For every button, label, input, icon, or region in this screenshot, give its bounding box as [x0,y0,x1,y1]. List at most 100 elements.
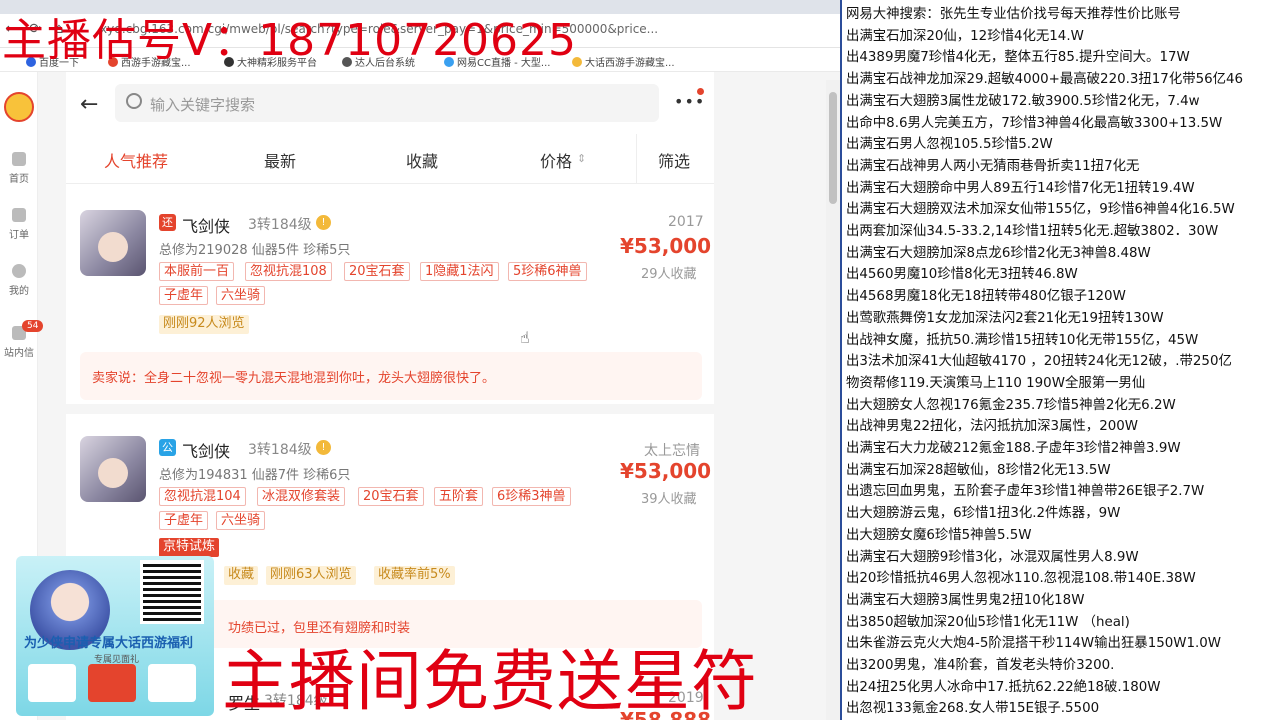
home-icon [12,152,26,166]
browse-chip: 刚刚63人浏览 [266,566,356,585]
panel-text-line: 出满宝石大翅膀9珍惜3化，冰混双属性男人8.9W [846,549,1139,565]
panel-text-line: 出命中8.6男人完美五方，7珍惜3神兽4化最高敏3300+13.5W [846,115,1223,131]
fav-count: 39人收藏 [641,492,697,507]
attr-chip: 本服前一百 [159,262,235,281]
panel-text-line: 出4389男魔7珍惜4化无，整体五行85.提升空间大。17W [846,50,1190,66]
panel-text-line: 出3850超敏加深20仙5珍惜1化无11W （heal) [846,614,1130,630]
panel-text-line: 出满宝石大翅膀3属性龙破172.敏3900.5珍惜2化无，7.4w [846,93,1200,109]
panel-text-line: 出满宝石战神龙加深29.超敏4000+最高破220.3扭17化带56亿46 [846,72,1244,88]
panel-text-line: 出满宝石大翅膀3属性男鬼2扭10化18W [846,592,1085,608]
panel-text-line: 出大翅膀游云鬼，6珍惜1扭3化.2件炼器，9W [846,506,1121,522]
divider [636,134,637,184]
panel-text-line: 出24扭25化男人冰命中17.抵抗62.22絶18破.180W [846,679,1161,695]
server-tag: 还 [159,214,176,231]
panel-text-line: 出满宝石战神男人两小无猜雨巷骨折卖11扭7化无 [846,158,1140,174]
gift-item [88,664,136,702]
stream-overlay-contact: 主播估号V：18710720625 [2,15,578,66]
panel-text-line: 出忽视133氪金268.女人带15E银子.5500 [846,701,1100,717]
role-level: 3转184级 [248,217,312,233]
price: ¥53,000 [620,459,712,483]
panel-text-line: 出大翅膀女人忽视176氪金235.7珍惜5神兽2化无6.2W [846,397,1176,413]
panel-text-line: 出大翅膀女魔6珍惜5神兽5.5W [846,527,1032,543]
price: ¥53,000 [620,234,712,258]
role-meta: 总修为194831 仙器7件 珍稀6只 [159,468,351,483]
panel-text-line: 出3法术加深41大仙超敏4170 ，20扭转24化无12破，.带250亿 [846,354,1232,370]
attr-chip: 五阶套 [434,487,484,506]
nav-orders[interactable]: 订单 [0,208,38,241]
nav-mine[interactable]: 我的 [0,264,38,297]
attr-chip: 子虚年 [159,286,209,305]
panel-text-line: 出莺歌燕舞傍1女龙加深法闪2套21化无19扭转130W [846,310,1164,326]
panel-text-line: 出满宝石加深20仙，12珍惜4化无14.W [846,28,1084,44]
browse-chip: 刚刚92人浏览 [159,315,249,334]
filter-favorites[interactable]: 收藏 [406,148,438,172]
server-tag: 公 [159,439,176,456]
avatar [80,436,146,502]
fav-chip: 收藏 [224,566,259,585]
attr-chip: 忽视抗混104 [159,487,246,506]
role-name: 飞剑侠 [182,442,231,461]
attr-chip: 20宝石套 [358,487,424,506]
gift-item [28,664,76,702]
fav-rate-chip: 收藏率前5% [374,566,455,585]
screen: { "overlays": { "top_text": "主播估号V：18710… [0,0,1280,720]
app-logo[interactable] [4,92,34,122]
attr-chip: 六坐骑 [216,511,266,530]
event-tag: 京特试炼 [159,538,220,557]
qr-code [140,560,204,624]
back-arrow-icon[interactable]: ← [80,92,98,117]
panel-text-line: 出满宝石大翅膀双法术加深女仙带155亿，9珍惜6神兽4化16.5W [846,202,1235,218]
role-level: 3转184级 [248,442,312,458]
panel-text-line: 出两套加深仙34.5-33.2,14珍惜1扭转5化无.超敏3802．30W [846,224,1219,239]
attr-chip: 6珍稀3神兽 [492,487,571,506]
attr-chip: 20宝石套 [344,262,410,281]
mouse-cursor-icon: ☝ [520,328,530,347]
promo-title: 为少侠申请专属大话西游福利 [24,636,194,651]
role-name: 飞剑侠 [182,217,231,236]
attr-chip: 冰混双修套装 [257,487,346,506]
panel-text-line: 物资帮修119.天演策马上110 190W全服第一男仙 [846,375,1146,391]
avatar [80,210,146,276]
filter-screen[interactable]: 筛选 [658,148,690,172]
stream-overlay-promo: 主播间免费送星符 [222,643,758,720]
role-meta: 总修为219028 仙器5件 珍稀5只 [159,243,351,258]
panel-text-line: 出战神男鬼22扭化，法闪抵抗加深3属性，200W [846,419,1138,435]
sort-icon: ⇕ [577,152,587,165]
nav-home[interactable]: 首页 [0,152,38,185]
attr-chip: 5珍稀6神兽 [508,262,587,281]
attr-chip: 六坐骑 [216,286,266,305]
search-icon [126,93,142,109]
seller-note-text: 卖家说：全身二十忽视一零九混天混地混到你吐，龙头大翅膀很快了。 [92,371,496,386]
attr-chip: 1隐藏1法闪 [420,262,499,281]
panel-text-line: 出满宝石大翅膀加深8点龙6珍惜2化无3神兽8.48W [846,245,1151,261]
scrollbar-thumb[interactable] [829,92,837,204]
gift-item [148,664,196,702]
attr-chip: 忽视抗混108 [245,262,332,281]
panel-text-line: 出战神女魔，抵抗50.满珍惜15扭转10化无带155亿，45W [846,332,1199,348]
panel-text-line: 出20珍惜抵抗46男人忽视冰110.忽视混108.带140E.38W [846,571,1196,587]
order-icon [12,208,26,222]
panel-text-line: 出朱雀游云克火大炮4-5阶混搭干秒114W输出狂暴150W1.0W [846,636,1222,652]
message-badge: 54 [22,320,44,332]
panel-text-line: 出满宝石加深28超敏仙，8珍惜2化无13.5W [846,462,1111,478]
server-name: 太上忘情 [644,443,700,459]
attr-chip: 子虚年 [159,511,209,530]
user-icon [12,264,26,278]
panel-text-line: 出4568男魔18化无18扭转带480亿银子120W [846,289,1126,305]
panel-text-line: 出满宝石男人忽视105.5珍惜5.2W [846,137,1053,153]
panel-header-line: 网易大神搜索：张先生专业估价找号每天推荐性价比账号 [846,7,1181,22]
promo-gift-items [24,662,200,704]
panel-text-line: 出满宝石大翅膀命中男人89五行14珍惜7化无1扭转19.4W [846,180,1195,196]
bookmark-item[interactable]: 大话西游手游藏宝... [572,54,675,69]
server-year: 2017 [668,214,704,230]
fav-count: 29人收藏 [641,267,697,282]
filter-newest[interactable]: 最新 [264,148,296,172]
panel-text-line: 出遗忘回血男鬼，五阶套子虚年3珍惜1神兽带26E银子2.7W [846,484,1205,500]
filter-price[interactable]: 价格 [540,148,572,172]
info-icon[interactable]: ! [316,440,331,455]
panel-text-line: 出4560男魔10珍惜8化无3扭转46.8W [846,267,1078,283]
info-icon[interactable]: ! [316,215,331,230]
filter-popular[interactable]: 人气推荐 [104,148,168,172]
panel-text-line: 出满宝石大力龙破212氪金188.子虚年3珍惜2神兽3.9W [846,441,1181,456]
notification-dot [697,88,704,95]
